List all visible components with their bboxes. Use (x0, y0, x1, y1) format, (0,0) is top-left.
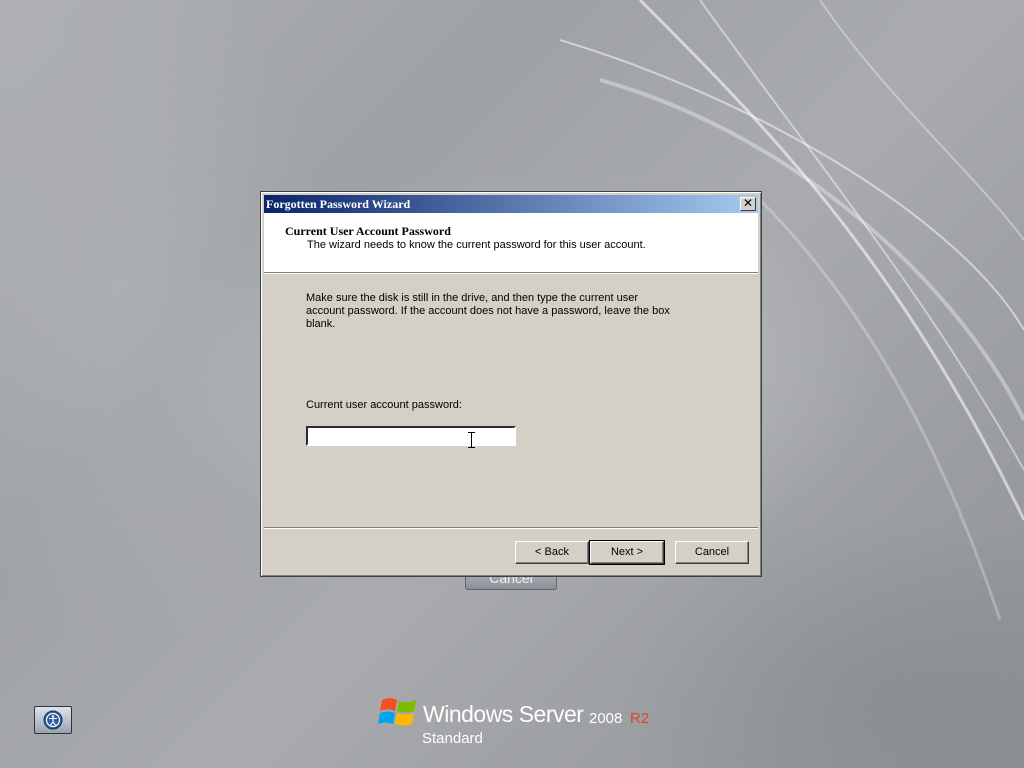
ease-of-access-icon (43, 710, 63, 730)
password-label: Current user account password: (306, 399, 462, 411)
password-input[interactable] (306, 426, 516, 446)
product-version: 2008 (589, 710, 623, 727)
windows-flag-icon (378, 698, 416, 726)
product-edition: Standard (422, 730, 483, 747)
dialog-titlebar[interactable]: Forgotten Password Wizard ✕ (264, 195, 758, 213)
page-subtitle: The wizard needs to know the current pas… (307, 239, 646, 251)
product-branding: Windows Server 2008 R2 Standard (378, 692, 668, 752)
cancel-button[interactable]: Cancel (675, 541, 749, 564)
instructions-text: Make sure the disk is still in the drive… (306, 292, 670, 330)
footer-divider (264, 527, 758, 529)
next-button[interactable]: Next > (589, 540, 665, 565)
product-release: R2 (630, 710, 650, 727)
dialog-title: Forgotten Password Wizard (266, 197, 411, 211)
ease-of-access-button[interactable] (34, 706, 72, 734)
product-name: Windows Server (423, 701, 584, 727)
header-divider (264, 272, 758, 274)
wizard-header: Current User Account Password The wizard… (264, 213, 758, 272)
forgotten-password-wizard-dialog: Forgotten Password Wizard ✕ Current User… (260, 191, 762, 577)
close-icon[interactable]: ✕ (740, 197, 756, 211)
page-title: Current User Account Password (285, 224, 451, 238)
back-button[interactable]: < Back (515, 541, 589, 564)
